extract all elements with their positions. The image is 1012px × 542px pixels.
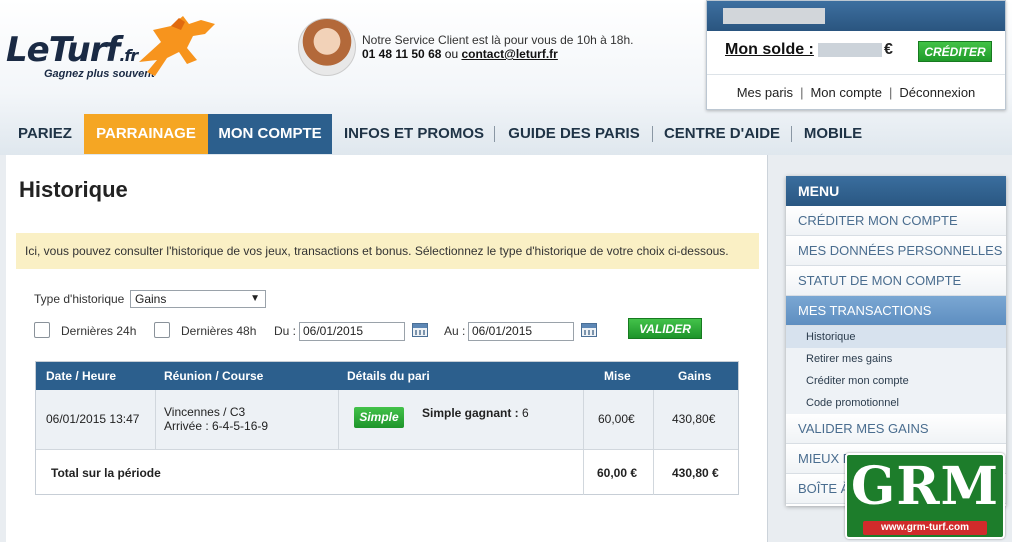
type-historique-select[interactable]: Gains ▼ <box>130 290 266 308</box>
nav-mon-compte[interactable]: MON COMPTE <box>208 114 332 154</box>
calendar-icon[interactable] <box>581 323 597 337</box>
date-from-input[interactable]: 06/01/2015 <box>299 322 405 341</box>
type-historique-label: Type d'historique <box>34 292 125 306</box>
leturf-logo[interactable]: LeTurf.fr Gagnez plus souvent <box>6 12 221 82</box>
menu-item-donnees[interactable]: MES DONNÉES PERSONNELLES <box>786 236 1006 266</box>
menu-title: MENU <box>786 176 1006 206</box>
deconnexion-link[interactable]: Déconnexion <box>899 85 975 100</box>
valider-button[interactable]: VALIDER <box>628 318 702 339</box>
service-email-link[interactable]: contact@leturf.fr <box>461 47 557 61</box>
bet-gains: 430,80€ <box>672 412 716 426</box>
history-table: Date / Heure Réunion / Course Détails du… <box>35 361 739 495</box>
support-agent-avatar <box>298 18 356 76</box>
customer-service: Notre Service Client est là pour vous de… <box>298 18 698 78</box>
total-row: Total sur la période 60,00 € 430,80 € <box>36 449 738 495</box>
last-24h-checkbox[interactable] <box>34 322 50 338</box>
info-notice: Ici, vous pouvez consulter l'historique … <box>16 233 759 269</box>
submenu-crediter-compte[interactable]: Créditer mon compte <box>786 370 1006 392</box>
grm-watermark: GRM www.grm-turf.com <box>845 453 1005 539</box>
horse-jockey-icon <box>139 16 215 76</box>
bet-arrivee: Arrivée : 6-4-5-16-9 <box>164 419 269 433</box>
account-box: Mon solde : € CRÉDITER Mes paris | Mon com… <box>706 0 1006 110</box>
menu-item-statut[interactable]: STATUT DE MON COMPTE <box>786 266 1006 296</box>
last-48h-checkbox[interactable] <box>154 322 170 338</box>
page-title: Historique <box>19 177 128 202</box>
nav-centre-aide[interactable]: CENTRE D'AIDE <box>656 114 788 154</box>
solde-label[interactable]: Mon solde : <box>725 41 814 59</box>
calendar-icon[interactable] <box>412 323 428 337</box>
account-links: Mes paris | Mon compte | Déconnexion <box>736 85 976 100</box>
mes-paris-link[interactable]: Mes paris <box>737 85 793 100</box>
bet-mise: 60,00€ <box>598 412 635 426</box>
main-content: Historique Ici, vous pouvez consulter l'… <box>6 155 768 542</box>
menu-item-crediter[interactable]: CRÉDITER MON COMPTE <box>786 206 1006 236</box>
nav-pariez[interactable]: PARIEZ <box>8 114 82 154</box>
submenu-retirer-gains[interactable]: Retirer mes gains <box>786 348 1006 370</box>
date-to-input[interactable]: 06/01/2015 <box>468 322 574 341</box>
mon-compte-link[interactable]: Mon compte <box>810 85 882 100</box>
username-redacted <box>723 8 825 24</box>
total-mise: 60,00 € <box>597 466 638 480</box>
submenu-code-promo[interactable]: Code promotionnel <box>786 392 1006 414</box>
crediter-button[interactable]: CRÉDITER <box>918 41 992 62</box>
nav-guide-paris[interactable]: GUIDE DES PARIS <box>498 114 650 154</box>
nav-infos-promos[interactable]: INFOS ET PROMOS <box>336 114 492 154</box>
nav-parrainage[interactable]: PARRAINAGE <box>84 114 208 154</box>
bet-reunion: Vincennes / C3 <box>164 405 246 419</box>
bet-detail: Simple gagnant : 6 <box>422 406 529 420</box>
submenu-historique[interactable]: Historique <box>786 326 1006 348</box>
nav-mobile[interactable]: MOBILE <box>796 114 870 154</box>
balance-redacted <box>818 43 882 57</box>
main-nav: PARIEZ PARRAINAGE MON COMPTE INFOS ET PR… <box>0 114 1012 154</box>
table-row: 06/01/2015 13:47 Vincennes / C3 Arrivée … <box>36 390 738 449</box>
table-header: Date / Heure Réunion / Course Détails du… <box>36 362 738 390</box>
bet-date: 06/01/2015 13:47 <box>46 412 140 426</box>
total-gains: 430,80 € <box>672 466 719 480</box>
service-phone: 01 48 11 50 68 <box>362 47 442 61</box>
menu-item-valider-gains[interactable]: VALIDER MES GAINS <box>786 414 1006 444</box>
menu-item-transactions[interactable]: MES TRANSACTIONS <box>786 296 1006 326</box>
site-header: LeTurf.fr Gagnez plus souvent Notre Serv… <box>0 0 1012 155</box>
chevron-down-icon: ▼ <box>250 293 260 304</box>
simple-badge: Simple <box>354 407 404 428</box>
